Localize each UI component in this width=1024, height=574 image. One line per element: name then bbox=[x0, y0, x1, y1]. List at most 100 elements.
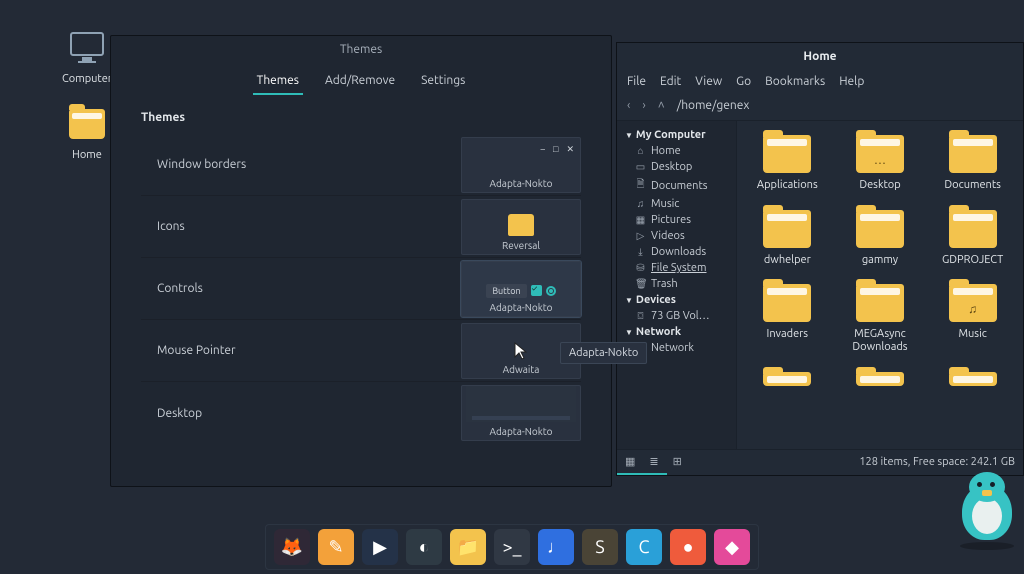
menu-bookmarks[interactable]: Bookmarks bbox=[765, 75, 825, 88]
path-bar[interactable]: /home/genex bbox=[677, 99, 750, 112]
sidebar-item-desktop[interactable]: ▭Desktop bbox=[621, 159, 732, 175]
folder-documents[interactable]: Documents bbox=[930, 135, 1015, 192]
folder-icon bbox=[949, 210, 997, 248]
sidebar-section[interactable]: ▼ Devices bbox=[621, 292, 732, 308]
sidebar-item-icon: ▦ bbox=[635, 214, 646, 226]
view-list-button[interactable]: ≣ bbox=[649, 455, 658, 468]
folder-icon bbox=[763, 135, 811, 173]
menu-go[interactable]: Go bbox=[736, 75, 751, 88]
dock-app-app-pink[interactable]: ◆ bbox=[714, 529, 750, 565]
dock-app-code[interactable]: C bbox=[626, 529, 662, 565]
folder-megasync-downloads[interactable]: MEGAsync Downloads bbox=[838, 284, 923, 353]
theme-row-label: Window borders bbox=[141, 158, 311, 171]
sidebar-section[interactable]: ▼ My Computer bbox=[621, 127, 732, 143]
tab-settings[interactable]: Settings bbox=[417, 68, 469, 95]
theme-preview-window-borders[interactable]: –□✕ Adapta-Nokto bbox=[461, 137, 581, 193]
folder-partial[interactable] bbox=[745, 372, 830, 386]
sidebar-item-icon: ⤓ bbox=[635, 246, 646, 258]
theme-row-label: Controls bbox=[141, 282, 311, 295]
file-manager-toolbar: ‹ › ˄ /home/genex bbox=[617, 94, 1023, 121]
sample-button: Button bbox=[486, 284, 526, 298]
folder-icon bbox=[508, 214, 534, 236]
sidebar-item-icon: ▷ bbox=[635, 230, 646, 242]
sidebar-item-trash[interactable]: 🗑Trash bbox=[621, 276, 732, 292]
dock-app-terminal[interactable]: >_ bbox=[494, 529, 530, 565]
dock-app-notes[interactable]: ✎ bbox=[318, 529, 354, 565]
dock-app-firefox[interactable]: 🦊 bbox=[274, 529, 310, 565]
sidebar-item-icon: ⛁ bbox=[635, 262, 646, 274]
sidebar-item-icon: 🗑 bbox=[635, 278, 646, 290]
dock-app-files[interactable]: 📁 bbox=[450, 529, 486, 565]
nav-up-button[interactable]: ˄ bbox=[658, 98, 665, 112]
file-manager-title: Home bbox=[617, 43, 1023, 71]
dock-app-recorder[interactable]: ● bbox=[670, 529, 706, 565]
theme-row-label: Desktop bbox=[141, 407, 311, 420]
sidebar-item-home[interactable]: ⌂Home bbox=[621, 143, 732, 159]
themes-window-title: Themes bbox=[111, 36, 611, 64]
penguin-mascot bbox=[956, 470, 1018, 548]
desktop-icon-label: Home bbox=[72, 149, 102, 161]
tooltip: Adapta-Nokto bbox=[560, 342, 647, 364]
sidebar-item-music[interactable]: ♫Music bbox=[621, 196, 732, 212]
view-compact-button[interactable]: ⊞ bbox=[673, 455, 682, 468]
file-manager-content: Applications…DesktopDocuments dwhelper gam… bbox=[737, 121, 1023, 449]
menu-file[interactable]: File bbox=[627, 75, 646, 88]
folder-desktop[interactable]: …Desktop bbox=[838, 135, 923, 192]
view-icons-button[interactable]: ▦ bbox=[625, 455, 635, 468]
folder-invaders[interactable]: Invaders bbox=[745, 284, 830, 353]
sidebar-item-videos[interactable]: ▷Videos bbox=[621, 228, 732, 244]
dock-app-joplin[interactable]: ♩ bbox=[538, 529, 574, 565]
tab-themes[interactable]: Themes bbox=[253, 68, 303, 95]
sidebar-item-file-system[interactable]: ⛁File System bbox=[621, 260, 732, 276]
folder-label: MEGAsync Downloads bbox=[840, 328, 920, 353]
folder-partial[interactable] bbox=[930, 372, 1015, 386]
sidebar-item-icon: ⌂ bbox=[635, 145, 646, 157]
folder-label: Desktop bbox=[859, 179, 900, 192]
folder-partial[interactable] bbox=[838, 372, 923, 386]
theme-value: Adapta-Nokto bbox=[489, 302, 552, 313]
theme-row-desktop[interactable]: Desktop Adapta-Nokto bbox=[141, 382, 581, 444]
nav-back-button[interactable]: ‹ bbox=[627, 99, 630, 112]
menu-edit[interactable]: Edit bbox=[660, 75, 681, 88]
folder-label: Invaders bbox=[767, 328, 809, 341]
theme-row-window-borders[interactable]: Window borders –□✕ Adapta-Nokto bbox=[141, 134, 581, 196]
folder-gammy[interactable]: gammy bbox=[838, 210, 923, 267]
desktop-thumb-icon bbox=[466, 386, 576, 422]
folder-gdproject[interactable]: GDPROJECT bbox=[930, 210, 1015, 267]
theme-preview-icons[interactable]: Reversal bbox=[461, 199, 581, 255]
theme-value: Reversal bbox=[502, 240, 540, 251]
theme-row-icons[interactable]: Icons Reversal bbox=[141, 196, 581, 258]
dock-app-video[interactable]: ▶ bbox=[362, 529, 398, 565]
sidebar-item-documents[interactable]: 🗎Documents bbox=[621, 175, 732, 196]
sidebar-item-icon: ▭ bbox=[635, 161, 646, 173]
folder-applications[interactable]: Applications bbox=[745, 135, 830, 192]
folder-icon bbox=[856, 210, 904, 248]
theme-row-mouse-pointer[interactable]: Mouse Pointer Adwaita bbox=[141, 320, 581, 382]
themes-tabs: Themes Add/Remove Settings bbox=[111, 64, 611, 95]
folder-icon bbox=[763, 372, 811, 386]
sidebar-item-73-gb-vol-[interactable]: ⌼73 GB Vol… bbox=[621, 308, 732, 324]
dock-app-sublime[interactable]: S bbox=[582, 529, 618, 565]
menu-view[interactable]: View bbox=[695, 75, 722, 88]
theme-row-controls[interactable]: Controls Button Adapta-Nokto bbox=[141, 258, 581, 320]
folder-label: dwhelper bbox=[764, 254, 811, 267]
dock-app-monitor[interactable]: ◐ bbox=[406, 529, 442, 565]
theme-preview-desktop[interactable]: Adapta-Nokto bbox=[461, 385, 581, 441]
nav-forward-button[interactable]: › bbox=[642, 99, 645, 112]
sidebar-section[interactable]: ▼ Network bbox=[621, 324, 732, 340]
menu-help[interactable]: Help bbox=[839, 75, 864, 88]
folder-icon bbox=[949, 135, 997, 173]
folder-icon bbox=[763, 284, 811, 322]
tab-add-remove[interactable]: Add/Remove bbox=[321, 68, 399, 95]
folder-icon bbox=[856, 284, 904, 322]
accent-underline bbox=[617, 473, 667, 475]
folder-music[interactable]: ♫Music bbox=[930, 284, 1015, 353]
folder-label: gammy bbox=[862, 254, 898, 267]
theme-preview-controls[interactable]: Button Adapta-Nokto bbox=[461, 261, 581, 317]
theme-value: Adapta-Nokto bbox=[489, 426, 552, 437]
sidebar-item-pictures[interactable]: ▦Pictures bbox=[621, 212, 732, 228]
theme-row-label: Mouse Pointer bbox=[141, 344, 311, 357]
sidebar-item-downloads[interactable]: ⤓Downloads bbox=[621, 244, 732, 260]
desktop-icon-label: Computer bbox=[62, 73, 112, 85]
folder-dwhelper[interactable]: dwhelper bbox=[745, 210, 830, 267]
